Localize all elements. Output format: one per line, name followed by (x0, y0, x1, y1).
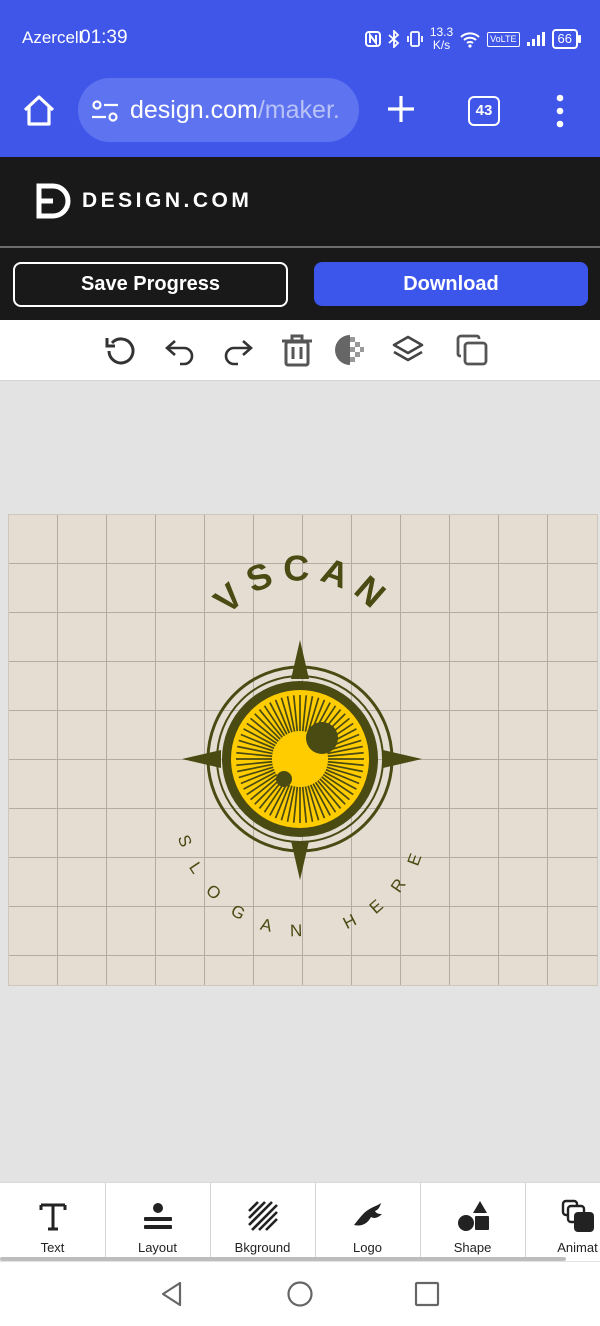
battery-indicator: 66 (551, 29, 582, 49)
background-icon (247, 1201, 278, 1231)
new-tab-icon[interactable] (384, 92, 418, 126)
undo-icon[interactable] (163, 333, 197, 367)
download-button[interactable]: Download (314, 262, 588, 306)
volte-badge: VoLTE (487, 31, 520, 47)
url-text[interactable]: design.com/maker. (130, 96, 340, 125)
layout-tool-label: Layout (137, 1240, 178, 1255)
layout-icon (143, 1203, 172, 1229)
status-icons: 13.3 K/s VoLTE 66 (364, 24, 582, 54)
logo-name-text[interactable]: VSCAN (206, 547, 401, 621)
shape-icon (457, 1201, 489, 1231)
delete-icon[interactable] (280, 333, 314, 367)
animate-icon (561, 1199, 594, 1232)
layers-icon[interactable] (391, 333, 425, 367)
horizontal-scrollbar[interactable] (0, 1257, 566, 1261)
transparency-icon[interactable] (333, 333, 367, 367)
shape-tool-label: Shape (453, 1240, 492, 1255)
back-icon[interactable] (158, 1280, 186, 1308)
carrier-name: Azercell (22, 28, 83, 47)
redo-icon[interactable] (221, 333, 255, 367)
more-menu-icon[interactable] (552, 94, 568, 128)
animate-tool-label: Animat (557, 1240, 598, 1255)
animate-tool[interactable]: Animat (525, 1183, 600, 1259)
logo-tool-label: Logo (353, 1240, 382, 1255)
nfc-icon (364, 31, 381, 47)
lens-highlight-large (306, 722, 338, 754)
text-tool-label: Text (40, 1240, 65, 1255)
text-icon (39, 1203, 66, 1231)
logo-design[interactable]: VSCAN SLOGAN HERE (8, 514, 596, 984)
layout-tool[interactable]: Layout (105, 1183, 211, 1259)
reset-icon[interactable] (104, 333, 138, 367)
recents-icon[interactable] (413, 1280, 441, 1308)
shape-tool[interactable]: Shape (420, 1183, 526, 1259)
tab-switcher-button[interactable]: 43 (468, 96, 500, 126)
background-tool-label: Bkground (234, 1240, 291, 1255)
logo-icon (353, 1203, 382, 1226)
lens-highlight-small (276, 771, 292, 787)
address-bar[interactable]: design.com/maker. (78, 78, 359, 142)
signal-icon (526, 32, 545, 46)
save-progress-button[interactable]: Save Progress (13, 262, 288, 307)
duplicate-icon[interactable] (455, 333, 489, 367)
vibrate-icon (406, 31, 423, 47)
site-settings-icon[interactable] (90, 98, 120, 124)
wifi-icon (460, 32, 480, 48)
network-speed: 13.3 K/s (429, 25, 454, 52)
background-tool[interactable]: Bkground (210, 1183, 316, 1259)
status-time: 01:39 (80, 27, 128, 48)
bluetooth-icon (388, 30, 400, 48)
text-tool[interactable]: Text (0, 1183, 106, 1259)
logo-tool[interactable]: Logo (315, 1183, 421, 1259)
home-nav-icon[interactable] (286, 1280, 314, 1308)
site-logo-text[interactable]: DESIGN.COM (82, 189, 252, 213)
home-icon[interactable] (20, 92, 58, 130)
design-com-logo-icon[interactable] (36, 182, 72, 220)
